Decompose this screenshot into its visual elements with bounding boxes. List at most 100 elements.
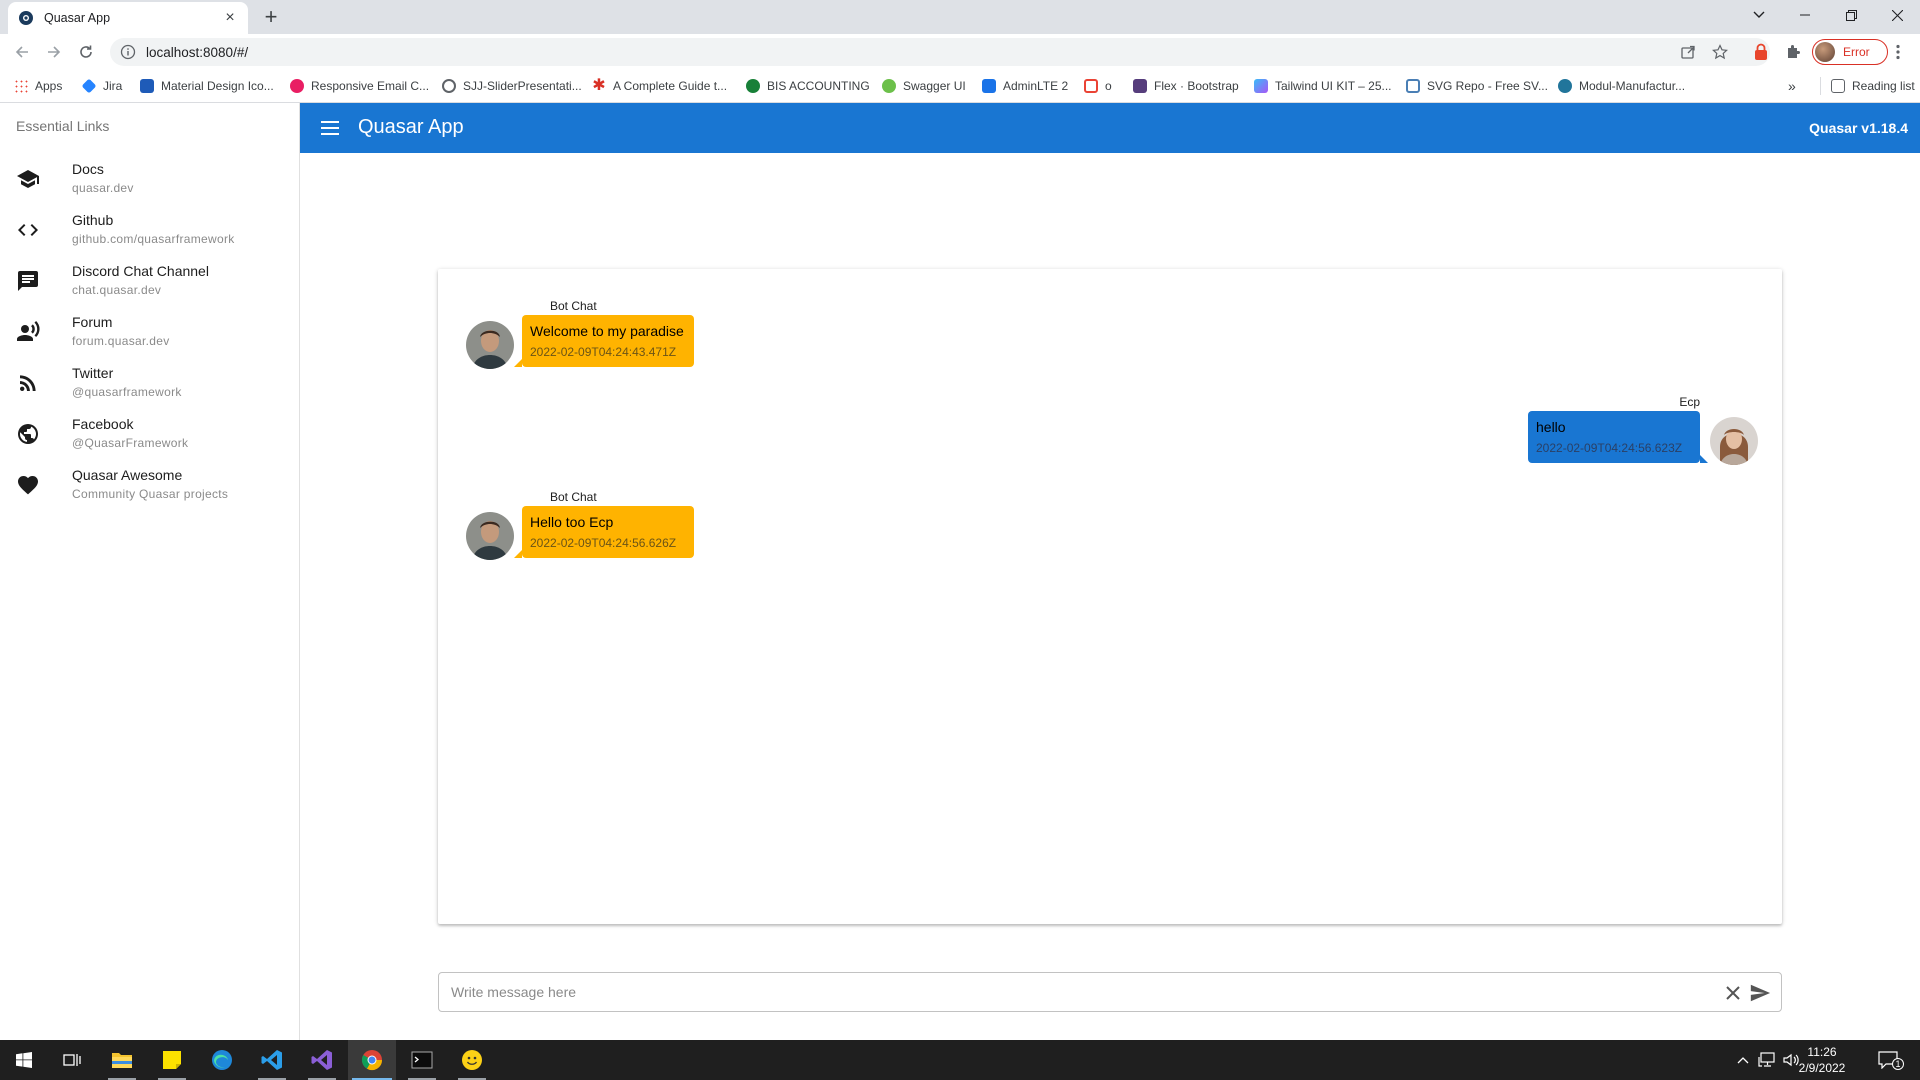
bookmark-jira[interactable]: Jira xyxy=(81,77,122,95)
bookmark-complete-guide[interactable]: ✱ A Complete Guide t... xyxy=(592,77,727,95)
laravel-icon xyxy=(1084,79,1098,93)
windows-taskbar: 11:26 2/9/2022 1 xyxy=(0,1040,1920,1080)
forward-button[interactable] xyxy=(42,40,66,64)
link-twitter[interactable]: Twitter @quasarframework xyxy=(0,357,300,408)
adminlte-icon xyxy=(982,79,996,93)
bookmark-bis-accounting[interactable]: BIS ACCOUNTING xyxy=(746,77,870,95)
bookmark-tailwind-ui-kit[interactable]: Tailwind UI KIT – 25... xyxy=(1254,77,1392,95)
code-icon xyxy=(16,218,40,242)
extensions-puzzle-icon[interactable] xyxy=(1782,41,1804,63)
record-voice-icon xyxy=(16,320,40,344)
close-window-button[interactable] xyxy=(1874,0,1920,30)
file-explorer-icon[interactable] xyxy=(98,1040,146,1080)
swagger-icon xyxy=(882,79,896,93)
browser-menu-icon[interactable] xyxy=(1887,41,1909,63)
tab-title: Quasar App xyxy=(44,11,111,25)
chrome-taskbar-icon[interactable] xyxy=(348,1040,396,1080)
url-text: localhost:8080/#/ xyxy=(146,44,249,60)
chat-card: Bot Chat Welcome to my paradise 2022-02-… xyxy=(438,269,1782,924)
link-discord[interactable]: Discord Chat Channel chat.quasar.dev xyxy=(0,255,300,306)
favorite-icon xyxy=(16,473,40,497)
browser-tab[interactable]: Quasar App × xyxy=(8,2,248,34)
address-bar[interactable]: localhost:8080/#/ xyxy=(110,38,1770,66)
send-icon[interactable] xyxy=(1749,982,1771,1004)
material-design-icon xyxy=(140,79,154,93)
visual-studio-icon[interactable] xyxy=(298,1040,346,1080)
message-text: Hello too Ecp xyxy=(530,514,614,530)
terminal-icon[interactable] xyxy=(398,1040,446,1080)
site-info-icon[interactable] xyxy=(120,44,136,60)
essential-links-drawer: Essential Links Docs quasar.dev Github g… xyxy=(0,103,300,1040)
emoji-app-icon[interactable] xyxy=(448,1040,496,1080)
school-icon xyxy=(16,167,40,191)
tab-search-icon[interactable] xyxy=(1736,0,1782,30)
message-input[interactable] xyxy=(451,973,1691,1011)
apps-grid-icon xyxy=(14,79,28,93)
bookmark-swagger-ui[interactable]: Swagger UI xyxy=(882,77,966,95)
bookmark-material-design-icons[interactable]: Material Design Ico... xyxy=(140,77,274,95)
minimize-button[interactable] xyxy=(1782,0,1828,30)
taskbar-clock[interactable]: 11:26 2/9/2022 xyxy=(1790,1044,1854,1076)
network-icon[interactable] xyxy=(1756,1040,1778,1080)
message-timestamp: 2022-02-09T04:24:56.623Z xyxy=(1536,441,1683,455)
sticky-notes-icon[interactable] xyxy=(148,1040,196,1080)
restore-button[interactable] xyxy=(1828,0,1874,30)
bookmarks-bar: Apps Jira Material Design Ico... Respons… xyxy=(0,70,1920,103)
link-forum[interactable]: Forum forum.quasar.dev xyxy=(0,306,300,357)
menu-icon[interactable] xyxy=(318,116,342,140)
windows-start-icon[interactable] xyxy=(0,1040,48,1080)
bootstrap-icon xyxy=(1133,79,1147,93)
tailwind-icon xyxy=(1254,79,1268,93)
public-icon xyxy=(16,422,40,446)
share-icon[interactable] xyxy=(1680,38,1696,66)
link-docs[interactable]: Docs quasar.dev xyxy=(0,153,300,204)
message-timestamp: 2022-02-09T04:24:56.626Z xyxy=(530,536,677,550)
clock-date: 2/9/2022 xyxy=(1798,1061,1846,1075)
vscode-icon[interactable] xyxy=(248,1040,296,1080)
message-sender-name: Bot Chat xyxy=(550,299,597,313)
bot-avatar xyxy=(466,321,514,369)
extension-lastpass-icon[interactable] xyxy=(1750,41,1772,63)
notification-center-icon[interactable]: 1 xyxy=(1868,1040,1908,1080)
notification-count: 1 xyxy=(1892,1058,1904,1070)
profile-error-button[interactable]: Error xyxy=(1812,39,1888,65)
bookmark-apps[interactable]: Apps xyxy=(14,77,62,95)
jira-icon xyxy=(81,78,97,94)
bookmark-o[interactable]: o xyxy=(1084,77,1112,95)
email-template-icon xyxy=(290,79,304,93)
message-sender-name: Bot Chat xyxy=(550,490,597,504)
tab-close-icon[interactable]: × xyxy=(222,9,238,27)
app-header: Quasar App Quasar v1.18.4 xyxy=(300,103,1920,153)
new-tab-button[interactable]: + xyxy=(258,5,284,31)
bookmark-star-icon[interactable] xyxy=(1712,38,1728,66)
link-quasar-awesome[interactable]: Quasar Awesome Community Quasar projects xyxy=(0,459,300,510)
bookmark-responsive-email[interactable]: Responsive Email C... xyxy=(290,77,429,95)
asterisk-icon: ✱ xyxy=(592,77,606,94)
back-button[interactable] xyxy=(10,40,34,64)
link-github[interactable]: Github github.com/quasarframework xyxy=(0,204,300,255)
profile-status-label: Error xyxy=(1843,45,1870,59)
task-view-icon[interactable] xyxy=(48,1040,96,1080)
user-avatar xyxy=(1710,417,1758,465)
message-timestamp: 2022-02-09T04:24:43.471Z xyxy=(530,345,677,359)
message-bubble: hello 2022-02-09T04:24:56.623Z xyxy=(1528,411,1708,463)
chat-message-received: Bot Chat Welcome to my paradise 2022-02-… xyxy=(466,299,766,379)
reload-button[interactable] xyxy=(74,40,98,64)
drawer-header: Essential Links xyxy=(16,118,110,134)
bookmark-flex-bootstrap[interactable]: Flex · Bootstrap xyxy=(1133,77,1239,95)
edge-browser-icon[interactable] xyxy=(198,1040,246,1080)
bot-avatar xyxy=(466,512,514,560)
message-sender-name: Ecp xyxy=(1679,395,1700,409)
link-facebook[interactable]: Facebook @QuasarFramework xyxy=(0,408,300,459)
more-bookmarks-chevron-icon[interactable]: » xyxy=(1788,77,1796,95)
bookmark-svg-repo[interactable]: SVG Repo - Free SV... xyxy=(1406,77,1548,95)
show-hidden-icons-chevron-icon[interactable] xyxy=(1732,1040,1754,1080)
bis-icon xyxy=(746,79,760,93)
clock-time: 11:26 xyxy=(1807,1045,1837,1059)
bookmark-modul-manufactur[interactable]: Modul-Manufactur... xyxy=(1558,77,1685,95)
message-text: Welcome to my paradise xyxy=(530,323,684,339)
reading-list-button[interactable]: Reading list xyxy=(1820,77,1915,95)
bookmark-adminlte[interactable]: AdminLTE 2 xyxy=(982,77,1068,95)
bookmark-slider-presentation[interactable]: SJJ-SliderPresentati... xyxy=(442,77,582,95)
clear-icon[interactable] xyxy=(1723,983,1743,1003)
